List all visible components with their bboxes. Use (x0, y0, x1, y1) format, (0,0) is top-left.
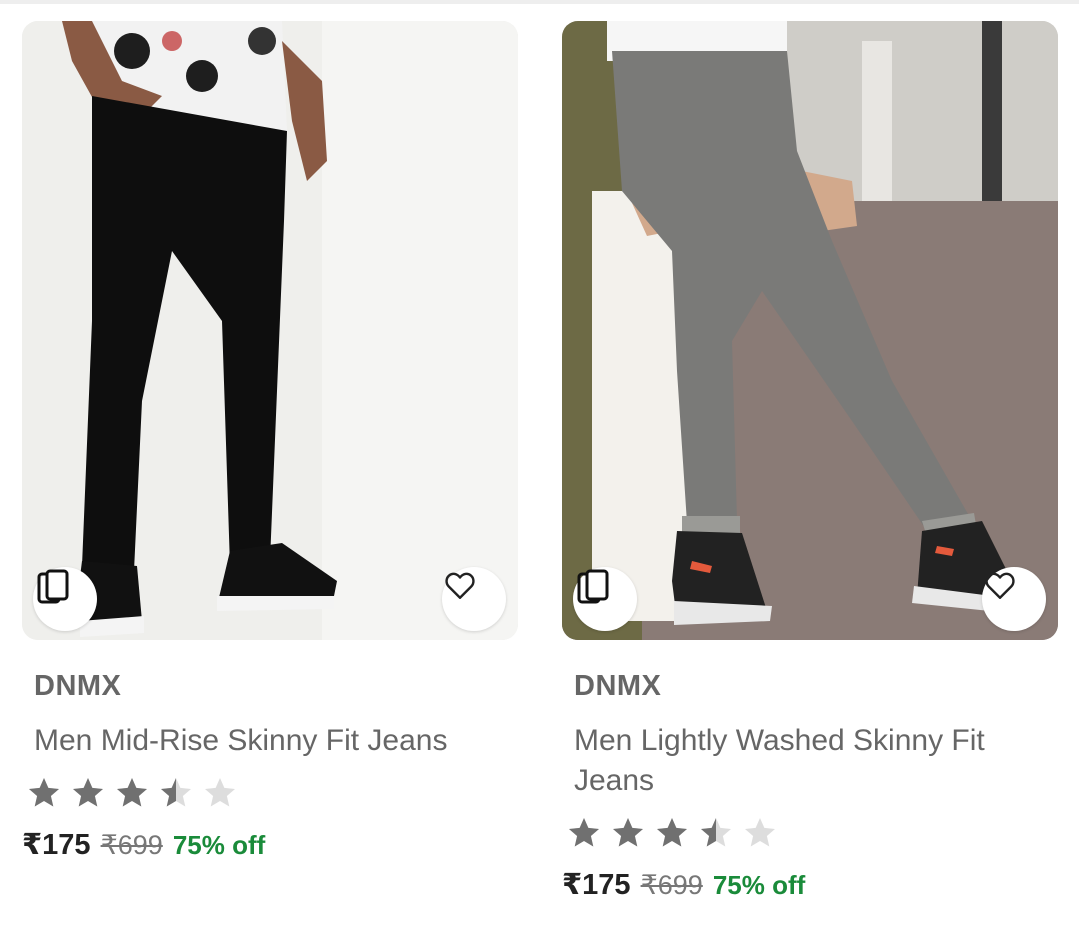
similar-products-icon (577, 569, 609, 604)
similar-products-icon (37, 569, 69, 604)
top-divider (0, 0, 1079, 4)
product-name[interactable]: Men Lightly Washed Skinny Fit Jeans (574, 721, 1054, 801)
star-empty-icon (205, 778, 235, 807)
jeans-photo (562, 21, 1058, 640)
star-half-icon (161, 778, 191, 807)
original-price: ₹699 (640, 870, 703, 900)
rating-stars (566, 815, 1058, 851)
price-row: ₹175 ₹699 75% off (562, 867, 1058, 902)
similar-products-button[interactable] (573, 567, 637, 631)
star-filled-icon (29, 778, 59, 807)
heart-icon (985, 572, 1015, 599)
star-filled-icon (613, 818, 643, 847)
discount-badge: 75% off (712, 870, 806, 900)
price-row: ₹175 ₹699 75% off (22, 827, 518, 862)
selling-price: ₹175 (22, 829, 91, 861)
original-price: ₹699 (100, 830, 163, 860)
product-name[interactable]: Men Mid-Rise Skinny Fit Jeans (34, 721, 514, 761)
star-empty-icon (745, 818, 775, 847)
star-filled-icon (569, 818, 599, 847)
star-filled-icon (73, 778, 103, 807)
product-brand: DNMX (574, 670, 662, 702)
product-image[interactable] (22, 21, 518, 640)
product-image[interactable] (562, 21, 1058, 640)
product-card[interactable]: DNMX Men Mid-Rise Skinny Fit Jeans ₹175 … (22, 21, 518, 862)
star-half-icon (701, 818, 731, 847)
selling-price: ₹175 (562, 869, 631, 901)
star-filled-icon (657, 818, 687, 847)
similar-products-button[interactable] (33, 567, 97, 631)
discount-badge: 75% off (172, 830, 266, 860)
star-filled-icon (117, 778, 147, 807)
product-card[interactable]: DNMX Men Lightly Washed Skinny Fit Jeans… (562, 21, 1058, 902)
wishlist-button[interactable] (442, 567, 506, 631)
jeans-photo (22, 21, 518, 640)
rating-stars (26, 775, 518, 811)
product-brand: DNMX (34, 670, 122, 702)
heart-icon (445, 572, 475, 599)
wishlist-button[interactable] (982, 567, 1046, 631)
